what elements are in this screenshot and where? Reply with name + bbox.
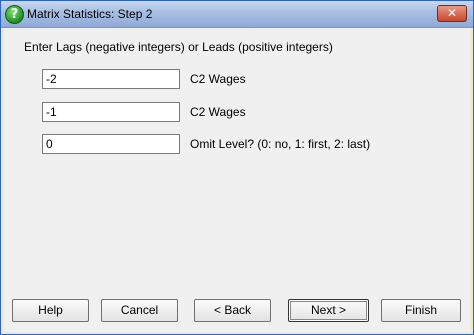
dialog-window: ? Matrix Statistics: Step 2 ✕ Enter Lags…: [0, 0, 474, 335]
window-title: Matrix Statistics: Step 2: [27, 7, 153, 21]
omit-level-input[interactable]: [42, 134, 180, 154]
lag-input-1[interactable]: [42, 69, 180, 89]
help-question-icon: ?: [5, 5, 24, 24]
lag-input-2[interactable]: [42, 102, 180, 122]
instruction-label: Enter Lags (negative integers) or Leads …: [24, 40, 333, 54]
button-bar: Help Cancel < Back Next > Finish: [4, 299, 470, 323]
title-bar[interactable]: ? Matrix Statistics: Step 2 ✕: [1, 1, 473, 28]
back-button[interactable]: < Back: [194, 299, 271, 322]
dialog-body: Enter Lags (negative integers) or Leads …: [4, 28, 470, 332]
help-button[interactable]: Help: [12, 299, 89, 322]
lag-label-1: C2 Wages: [190, 72, 246, 86]
lag-label-2: C2 Wages: [190, 105, 246, 119]
omit-level-label: Omit Level? (0: no, 1: first, 2: last): [190, 137, 371, 151]
finish-button[interactable]: Finish: [381, 299, 461, 322]
next-button[interactable]: Next >: [288, 299, 369, 322]
cancel-button[interactable]: Cancel: [101, 299, 178, 322]
close-button[interactable]: ✕: [437, 5, 467, 22]
